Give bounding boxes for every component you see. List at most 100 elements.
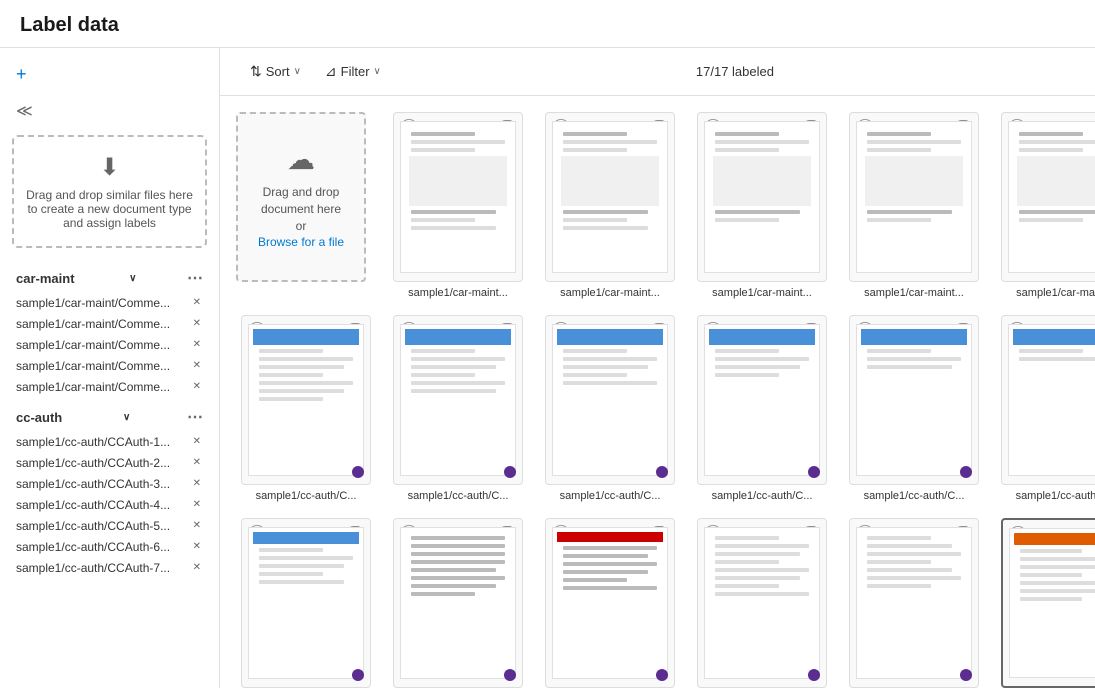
sidebar-section-car-maint-label: car-maint (16, 271, 75, 286)
label-dot (504, 466, 516, 478)
close-icon[interactable]: ✕ (191, 295, 203, 310)
sidebar-item-car-maint-2[interactable]: sample1/car-maint/Comme...✕ (0, 313, 219, 334)
close-icon[interactable]: ✕ (191, 497, 203, 512)
doc-card-cc-auth-4[interactable]: 🗑 (692, 315, 832, 502)
cc-auth-chevron-icon: ∨ (123, 412, 130, 423)
doc-thumbnail (704, 121, 819, 272)
doc-thumbnail (400, 324, 515, 475)
sidebar: + ≪ ⬇ Drag and drop similar files here t… (0, 48, 220, 688)
close-icon[interactable]: ✕ (191, 518, 203, 533)
doc-name: sample1/cc-auth/C... (849, 490, 979, 502)
upload-icon: ⬇ (26, 153, 193, 182)
doc-name: sample1/car-maint... (697, 287, 827, 299)
filter-button[interactable]: ⊿ Filter ∨ (315, 58, 391, 85)
label-dot (504, 669, 516, 681)
doc-card-inner: 🗑 (545, 518, 675, 688)
doc-thumbnail (552, 324, 667, 475)
doc-card-cc-auth-1[interactable]: 🗑 (236, 315, 376, 502)
sidebar-item-cc-auth-4[interactable]: sample1/cc-auth/CCAuth-4...✕ (0, 494, 219, 515)
sidebar-item-car-maint-3[interactable]: sample1/car-maint/Comme...✕ (0, 334, 219, 355)
label-dot (960, 669, 972, 681)
close-icon[interactable]: ✕ (191, 434, 203, 449)
close-icon[interactable]: ✕ (191, 560, 203, 575)
page-title: Label data (0, 0, 1095, 48)
sidebar-drag-drop[interactable]: ⬇ Drag and drop similar files here to cr… (12, 135, 207, 248)
add-button[interactable]: + (0, 58, 219, 91)
doc-card-inner: 🗑 (697, 518, 827, 688)
doc-thumbnail (1009, 528, 1095, 677)
doc-card-car-maint-5[interactable]: 🗑 (996, 112, 1095, 299)
sidebar-section-cc-auth: cc-auth ∨ ⋯ sample1/cc-auth/CCAuth-1...✕… (0, 403, 219, 578)
doc-thumbnail (856, 527, 971, 678)
close-icon[interactable]: ✕ (191, 476, 203, 491)
label-dot (656, 466, 668, 478)
label-dot (808, 466, 820, 478)
sidebar-section-cc-auth-label: cc-auth (16, 410, 62, 425)
doc-thumbnail (400, 121, 515, 272)
sidebar-item-car-maint-5[interactable]: sample1/car-maint/Comme...✕ (0, 376, 219, 397)
doc-card-inner: 🗑 (545, 315, 675, 485)
close-icon[interactable]: ✕ (191, 316, 203, 331)
doc-card-inner: 🗑 (545, 112, 675, 282)
sidebar-section-cc-auth-header[interactable]: cc-auth ∨ ⋯ (0, 403, 219, 431)
doc-card-car-maint-4[interactable]: 🗑 (844, 112, 984, 299)
doc-card-inner: 🗑 (697, 112, 827, 282)
doc-card-inner: 🗑 (241, 315, 371, 485)
doc-card-deed-2[interactable]: 🗑 (540, 518, 680, 688)
doc-card-cc-auth-2[interactable]: 🗑 (388, 315, 528, 502)
sidebar-item-cc-auth-3[interactable]: sample1/cc-auth/CCAuth-3...✕ (0, 473, 219, 494)
doc-card-inner: 🗑 (393, 112, 523, 282)
close-icon[interactable]: ✕ (191, 337, 203, 352)
doc-card-inner: 🗑 (393, 518, 523, 688)
main-area: + ≪ ⬇ Drag and drop similar files here t… (0, 48, 1095, 688)
label-dot (656, 669, 668, 681)
doc-card-deed-5-selected[interactable]: 🗑 (996, 518, 1095, 688)
doc-card-deed-3[interactable]: 🗑 (692, 518, 832, 688)
doc-card-inner: 🗑 (849, 112, 979, 282)
doc-card-car-maint-3[interactable]: 🗑 (692, 112, 832, 299)
doc-card-car-maint-1[interactable]: 🗑 (388, 112, 528, 299)
sort-button[interactable]: ⇅ Sort ∨ (240, 58, 311, 85)
doc-card-deed-1[interactable]: 🗑 (388, 518, 528, 688)
sidebar-item-cc-auth-1[interactable]: sample1/cc-auth/CCAuth-1...✕ (0, 431, 219, 452)
grid-area: ☁ Drag and drop document here or Browse … (220, 96, 1095, 688)
browse-link[interactable]: Browse for a file (258, 235, 344, 249)
sidebar-section-car-maint-header[interactable]: car-maint ∨ ⋯ (0, 264, 219, 292)
sidebar-item-cc-auth-5[interactable]: sample1/cc-auth/CCAuth-5...✕ (0, 515, 219, 536)
doc-name: sample1/car-maint... (545, 287, 675, 299)
close-icon[interactable]: ✕ (191, 455, 203, 470)
sort-chevron-icon: ∨ (294, 66, 301, 77)
sidebar-section-car-maint: car-maint ∨ ⋯ sample1/car-maint/Comme...… (0, 264, 219, 397)
sidebar-item-car-maint-1[interactable]: sample1/car-maint/Comme...✕ (0, 292, 219, 313)
label-dot (352, 669, 364, 681)
sort-label: Sort (266, 64, 290, 79)
doc-card-cc-auth-extra[interactable]: 🗑 (236, 518, 376, 688)
close-icon[interactable]: ✕ (191, 358, 203, 373)
collapse-icon[interactable]: ≪ (0, 97, 219, 125)
upload-card-inner[interactable]: ☁ Drag and drop document here or Browse … (236, 112, 366, 282)
cc-auth-more-icon[interactable]: ⋯ (187, 407, 203, 427)
doc-thumbnail (1008, 324, 1095, 475)
doc-name: sample1/car-maint... (1001, 287, 1095, 299)
doc-card-cc-auth-6[interactable]: 🗑 sample1/cc-auth/C... (996, 315, 1095, 502)
grid-row-1: 🗑 (236, 315, 1079, 502)
sidebar-item-cc-auth-6[interactable]: sample1/cc-auth/CCAuth-6...✕ (0, 536, 219, 557)
doc-thumbnail (248, 324, 363, 475)
close-icon[interactable]: ✕ (191, 379, 203, 394)
sidebar-item-cc-auth-2[interactable]: sample1/cc-auth/CCAuth-2...✕ (0, 452, 219, 473)
doc-card-cc-auth-3[interactable]: 🗑 (540, 315, 680, 502)
doc-thumbnail (552, 121, 667, 272)
doc-card-car-maint-2[interactable]: 🗑 (540, 112, 680, 299)
doc-thumbnail (704, 527, 819, 678)
status-label: 17/17 labeled (395, 64, 1075, 79)
cloud-upload-icon: ☁ (287, 143, 315, 176)
sidebar-item-cc-auth-7[interactable]: sample1/cc-auth/CCAuth-7...✕ (0, 557, 219, 578)
grid-row-2: 🗑 (236, 518, 1079, 688)
upload-card[interactable]: ☁ Drag and drop document here or Browse … (236, 112, 376, 299)
doc-card-deed-4[interactable]: 🗑 (844, 518, 984, 688)
filter-chevron-icon: ∨ (374, 66, 381, 77)
car-maint-more-icon[interactable]: ⋯ (187, 268, 203, 288)
doc-card-cc-auth-5[interactable]: 🗑 sample1/cc-auth/C (844, 315, 984, 502)
close-icon[interactable]: ✕ (191, 539, 203, 554)
sidebar-item-car-maint-4[interactable]: sample1/car-maint/Comme...✕ (0, 355, 219, 376)
